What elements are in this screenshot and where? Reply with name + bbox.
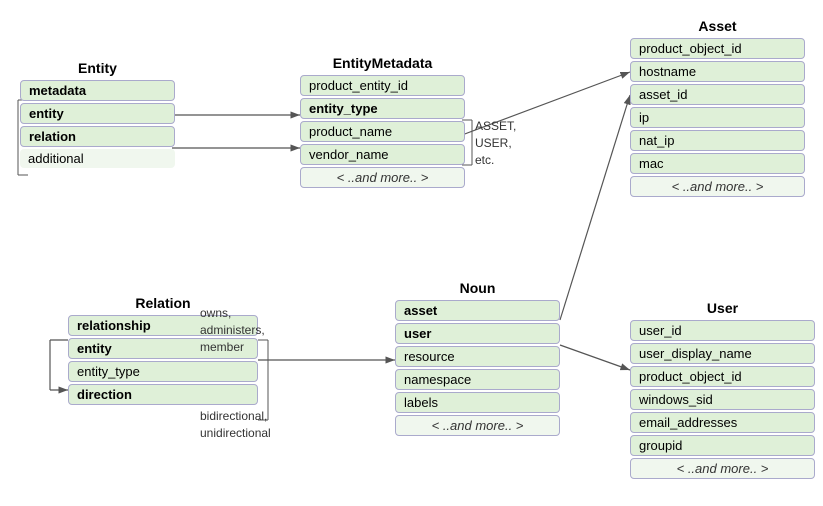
- asset-user-label: ASSET,USER,etc.: [475, 118, 516, 168]
- field-product-entity-id: product_entity_id: [300, 75, 465, 96]
- field-email-addresses: email_addresses: [630, 412, 815, 433]
- field-asset-id: asset_id: [630, 84, 805, 105]
- entity-metadata-title: EntityMetadata: [300, 55, 465, 71]
- field-entity-type: entity_type: [300, 98, 465, 119]
- field-more-user: < ..and more.. >: [630, 458, 815, 479]
- field-groupid: groupid: [630, 435, 815, 456]
- field-more-asset: < ..and more.. >: [630, 176, 805, 197]
- field-relation: relation: [20, 126, 175, 147]
- field-namespace: namespace: [395, 369, 560, 390]
- field-metadata: metadata: [20, 80, 175, 101]
- field-nat-ip: nat_ip: [630, 130, 805, 151]
- field-entity: entity: [20, 103, 175, 124]
- user-title: User: [630, 300, 815, 316]
- field-entity-type-rel: entity_type: [68, 361, 258, 382]
- field-resource: resource: [395, 346, 560, 367]
- field-mac: mac: [630, 153, 805, 174]
- field-product-object-id-user: product_object_id: [630, 366, 815, 387]
- diagram: Entity metadata entity relation addition…: [0, 0, 823, 506]
- field-product-name: product_name: [300, 121, 465, 142]
- field-labels: labels: [395, 392, 560, 413]
- field-asset-noun: asset: [395, 300, 560, 321]
- asset-box: Asset product_object_id hostname asset_i…: [630, 18, 805, 199]
- noun-title: Noun: [395, 280, 560, 296]
- field-hostname: hostname: [630, 61, 805, 82]
- field-user-id: user_id: [630, 320, 815, 341]
- field-ip: ip: [630, 107, 805, 128]
- asset-title: Asset: [630, 18, 805, 34]
- field-more-noun: < ..and more.. >: [395, 415, 560, 436]
- field-more-em: < ..and more.. >: [300, 167, 465, 188]
- entity-box: Entity metadata entity relation addition…: [20, 60, 175, 170]
- field-product-object-id-asset: product_object_id: [630, 38, 805, 59]
- owns-label: owns,administers,member: [200, 305, 265, 355]
- entity-metadata-box: EntityMetadata product_entity_id entity_…: [300, 55, 465, 190]
- field-vendor-name: vendor_name: [300, 144, 465, 165]
- entity-title: Entity: [20, 60, 175, 76]
- field-windows-sid: windows_sid: [630, 389, 815, 410]
- field-user-noun: user: [395, 323, 560, 344]
- field-additional: additional: [20, 149, 175, 168]
- field-direction: direction: [68, 384, 258, 405]
- field-user-display-name: user_display_name: [630, 343, 815, 364]
- noun-box: Noun asset user resource namespace label…: [395, 280, 560, 438]
- user-box: User user_id user_display_name product_o…: [630, 300, 815, 481]
- bidirectional-label: bidirectional,unidirectional: [200, 408, 271, 442]
